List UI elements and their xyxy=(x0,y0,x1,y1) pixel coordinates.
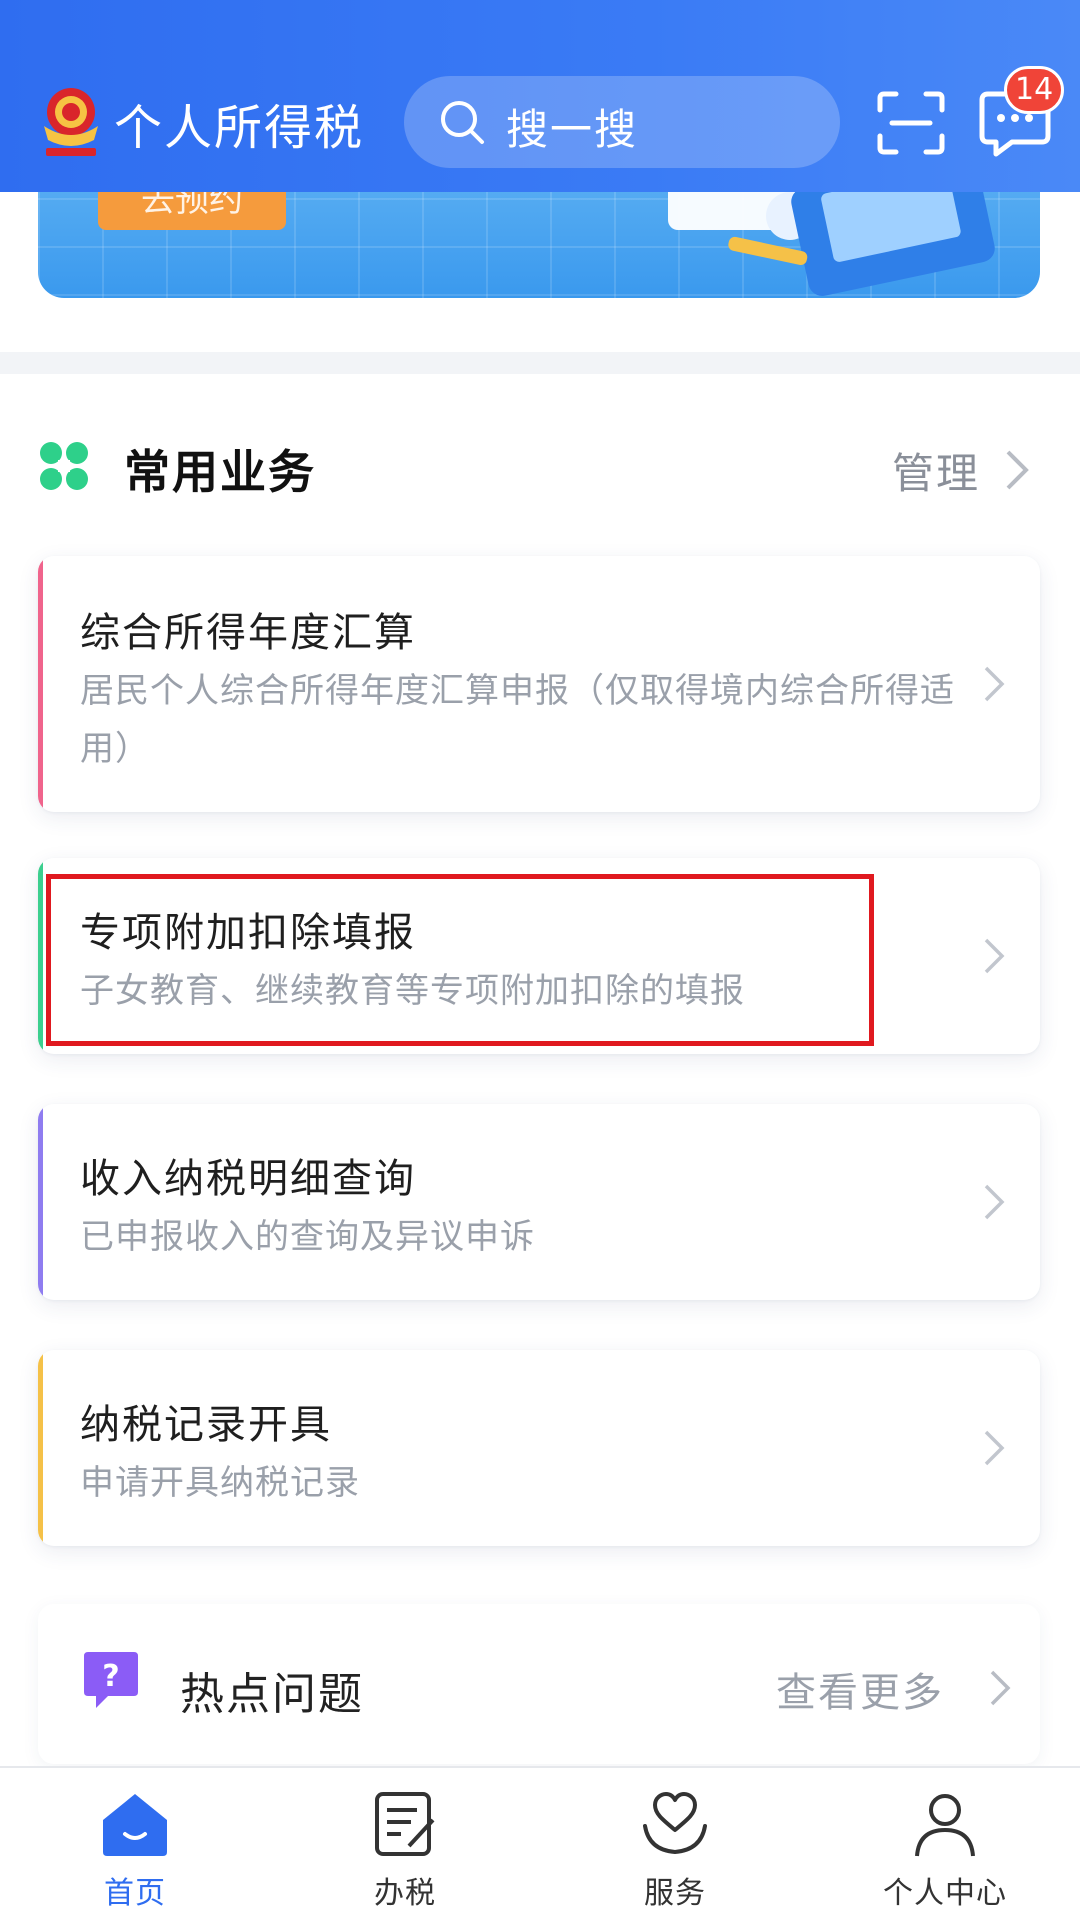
chevron-right-icon xyxy=(984,938,1005,974)
card-title: 收入纳税明细查询 xyxy=(80,1156,416,1202)
chevron-right-icon xyxy=(984,666,1005,702)
card-title: 综合所得年度汇算 xyxy=(80,610,416,656)
tax-form-icon xyxy=(375,1792,435,1856)
tab-label: 首页 xyxy=(104,1876,166,1911)
card-description: 已申报收入的查询及异议申诉 xyxy=(80,1217,535,1257)
message-count-badge: 14 xyxy=(1004,66,1065,114)
search-icon xyxy=(441,101,484,144)
search-placeholder: 搜一搜 xyxy=(506,105,639,154)
question-icon: ? xyxy=(84,1652,138,1708)
service-card-tax-record[interactable]: 纳税记录开具 申请开具纳税记录 xyxy=(38,1350,1040,1546)
chevron-right-icon[interactable] xyxy=(988,1668,1012,1708)
home-icon xyxy=(103,1794,167,1856)
card-accent-bar xyxy=(38,1104,43,1300)
card-accent-bar xyxy=(38,556,43,812)
manage-link[interactable]: 管理 xyxy=(892,440,980,501)
svg-text:?: ? xyxy=(102,1659,119,1694)
tab-label: 办税 xyxy=(374,1876,436,1911)
card-accent-bar xyxy=(38,858,43,1054)
hot-issues-title: 热点问题 xyxy=(180,1669,364,1720)
card-title: 纳税记录开具 xyxy=(80,1402,332,1448)
card-description: 居民个人综合所得年度汇算申报（仅取得境内综合所得适用） xyxy=(80,671,955,769)
app-header: 个人所得税 搜一搜 14 xyxy=(0,0,1080,192)
section-title: 常用业务 xyxy=(124,445,316,499)
chevron-right-icon[interactable] xyxy=(1004,448,1030,492)
bottom-tab-bar: 首页 办税 服务 个人中心 xyxy=(0,1766,1080,1920)
service-card-income-query[interactable]: 收入纳税明细查询 已申报收入的查询及异议申诉 xyxy=(38,1104,1040,1300)
hot-issues-section: ? 热点问题 查看更多 xyxy=(38,1604,1040,1764)
service-heart-icon xyxy=(643,1792,707,1855)
tab-tax[interactable]: 办税 xyxy=(270,1768,540,1920)
card-description: 申请开具纳税记录 xyxy=(80,1463,360,1503)
tab-service[interactable]: 服务 xyxy=(540,1768,810,1920)
grid-apps-icon xyxy=(40,442,88,490)
highlight-box xyxy=(46,874,874,1046)
tab-label: 个人中心 xyxy=(883,1876,1007,1911)
chevron-right-icon xyxy=(984,1430,1005,1466)
section-divider xyxy=(0,352,1080,374)
tab-profile[interactable]: 个人中心 xyxy=(810,1768,1080,1920)
view-more-link[interactable]: 查看更多 xyxy=(776,1660,944,1718)
app-title: 个人所得税 xyxy=(114,100,365,156)
scan-icon[interactable] xyxy=(876,90,946,156)
user-icon xyxy=(915,1794,975,1857)
service-card-annual-settlement[interactable]: 综合所得年度汇算 居民个人综合所得年度汇算申报（仅取得境内综合所得适用） xyxy=(38,556,1040,812)
search-bar[interactable]: 搜一搜 xyxy=(404,76,840,168)
chevron-right-icon xyxy=(984,1184,1005,1220)
card-accent-bar xyxy=(38,1350,43,1546)
tab-label: 服务 xyxy=(644,1876,706,1911)
tax-emblem-logo xyxy=(44,88,98,156)
tab-home[interactable]: 首页 xyxy=(0,1768,270,1920)
